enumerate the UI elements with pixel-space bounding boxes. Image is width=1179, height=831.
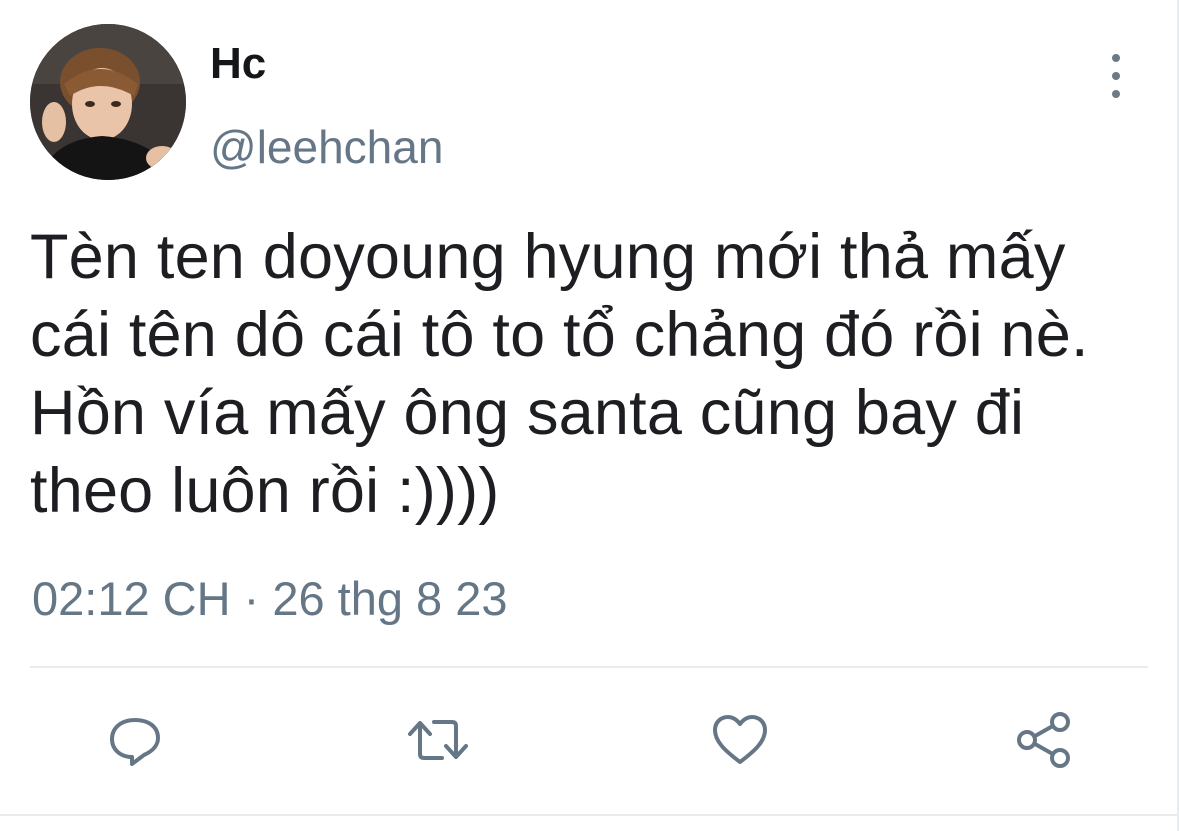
divider <box>30 666 1148 668</box>
avatar-image <box>30 24 186 180</box>
tweet-text-line: theo luôn rồi :)))) <box>30 456 500 526</box>
reply-button[interactable] <box>103 708 167 772</box>
divider <box>0 814 1179 816</box>
tweet-text-line: Hồn vía mấy ông santa cũng bay đi <box>30 378 1025 448</box>
retweet-icon <box>408 720 468 760</box>
more-vertical-icon-dot <box>1112 90 1120 98</box>
reply-icon <box>110 718 160 766</box>
like-button[interactable] <box>708 708 772 772</box>
more-vertical-icon-dot <box>1112 72 1120 80</box>
more-options-button[interactable] <box>1098 54 1134 98</box>
tweet-text-line: cái tên dô cái tô to tổ chảng đó rồi nè. <box>30 300 1089 370</box>
more-vertical-icon <box>1112 54 1120 62</box>
tweet-card: Hc @leehchan Tèn ten doyoung hyung mới t… <box>0 0 1179 831</box>
action-bar <box>0 700 1179 780</box>
user-handle[interactable]: @leehchan <box>210 124 443 170</box>
tweet-text-line: Tèn ten doyoung hyung mới thả mấy <box>30 222 1066 292</box>
heart-icon <box>713 715 767 764</box>
avatar[interactable] <box>30 24 186 180</box>
tweet-timestamp: 02:12 CH · 26 thg 8 23 <box>32 572 508 625</box>
retweet-button[interactable] <box>406 708 470 772</box>
tweet-text: Tèn ten doyoung hyung mới thả mấy cái tê… <box>30 218 1170 530</box>
share-icon <box>1017 712 1070 768</box>
share-button[interactable] <box>1012 708 1076 772</box>
display-name[interactable]: Hc <box>210 42 266 86</box>
